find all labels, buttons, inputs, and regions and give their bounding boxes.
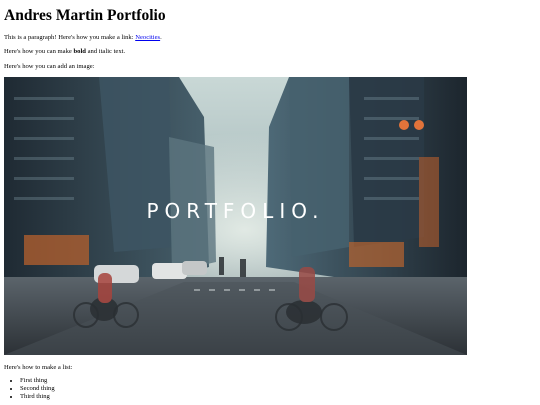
- bold-line-rest: and italic text.: [85, 48, 126, 55]
- page: { "page": { "title": "Andres Martin Port…: [0, 0, 540, 405]
- list-item: Second thing: [20, 385, 55, 393]
- portfolio-overlay-text: PORTFOLIO.: [146, 199, 325, 223]
- list-intro-paragraph: Here's how to make a list:: [4, 364, 73, 371]
- page-title: Andres Martin Portfolio: [4, 7, 166, 24]
- intro-paragraph: This is a paragraph! Here's how you make…: [4, 33, 162, 42]
- list-item: First thing: [20, 377, 55, 385]
- neocities-link[interactable]: Neocities: [135, 34, 160, 41]
- bold-italic-paragraph: Here's how you can make bold and italic …: [4, 47, 125, 56]
- intro-text: This is a paragraph! Here's how you make…: [4, 34, 136, 41]
- bold-word: bold: [73, 48, 86, 55]
- list-item: Third thing: [20, 393, 55, 401]
- intro-period: .: [160, 34, 162, 41]
- example-list: First thing Second thing Third thing: [20, 377, 55, 401]
- portfolio-image: PORTFOLIO.: [4, 77, 467, 355]
- bold-line-text: Here's how you can make: [4, 48, 74, 55]
- image-intro-paragraph: Here's how you can add an image:: [4, 63, 95, 70]
